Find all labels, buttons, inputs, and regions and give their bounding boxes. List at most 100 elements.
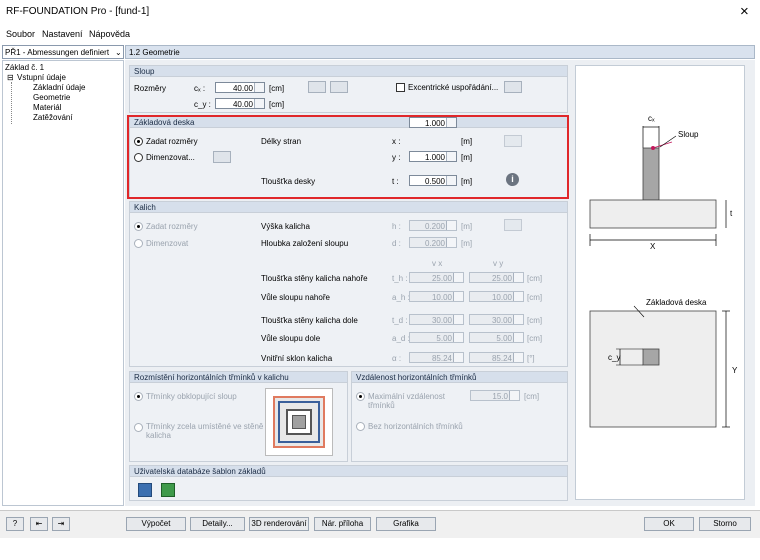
- case-select[interactable]: PŘ1 - Abmessungen definiert ⌄: [2, 45, 124, 59]
- sketch-cx-label: cₓ: [648, 114, 655, 123]
- kalich-row-label: Vůle sloupu dole: [261, 334, 321, 343]
- spin-arrows-icon[interactable]: [513, 315, 523, 324]
- kalich-row-x-input[interactable]: 30.00: [409, 314, 464, 325]
- kalich-row-x-input[interactable]: 10.00: [409, 291, 464, 302]
- group-db: Uživatelská databáze šablon základů: [129, 465, 568, 501]
- menu-soubor[interactable]: Soubor: [6, 29, 35, 39]
- spin-arrows-icon[interactable]: [453, 292, 463, 301]
- spin-arrows-icon[interactable]: [446, 238, 456, 247]
- grafika-button[interactable]: Grafika: [376, 517, 436, 531]
- kalich-dimenzovat-label: Dimenzovat: [146, 239, 189, 248]
- h-input[interactable]: 0.200: [409, 220, 457, 231]
- kalich-zadat-radio[interactable]: [134, 222, 143, 231]
- sketch-cy-label: c_y: [608, 353, 621, 362]
- load-template-icon[interactable]: [138, 483, 152, 497]
- tree-item-geometrie[interactable]: Geometrie: [33, 93, 70, 102]
- bez-trminku-radio[interactable]: [356, 422, 365, 431]
- kalich-row-x-input[interactable]: 25.00: [409, 272, 464, 283]
- kalich-row-symbol: t_h :: [392, 274, 408, 283]
- h-label: h :: [392, 222, 401, 231]
- vypocet-button[interactable]: Výpočet: [126, 517, 186, 531]
- spin-arrows-icon[interactable]: [513, 333, 523, 342]
- spin-arrows-icon[interactable]: [254, 83, 264, 92]
- collapse-icon[interactable]: ⊟: [7, 73, 14, 82]
- max-vzdalenost-unit: [cm]: [524, 392, 540, 401]
- spin-arrows-icon[interactable]: [453, 273, 463, 282]
- cy-input[interactable]: 40.00: [215, 98, 265, 109]
- menu-nastaveni[interactable]: Nastavení: [42, 29, 83, 39]
- d-unit: [m]: [461, 239, 473, 248]
- window-title: RF-FOUNDATION Pro - [fund-1]: [6, 6, 150, 17]
- group-rozmisteni: Rozmístění horizontálních třmínků v kali…: [129, 371, 348, 462]
- spin-arrows-icon[interactable]: [453, 315, 463, 324]
- kalich-dimenzovat-radio[interactable]: [134, 239, 143, 248]
- help-icon[interactable]: ?: [6, 517, 24, 531]
- trminky-obklopujici-radio[interactable]: [134, 392, 143, 401]
- tree-item-zatezovani[interactable]: Zatěžování: [33, 113, 73, 122]
- kalich-row-x-input[interactable]: 85.24: [409, 352, 464, 363]
- spin-arrows-icon[interactable]: [453, 333, 463, 342]
- kalich-row-symbol: t_d :: [392, 316, 408, 325]
- render-3d-button[interactable]: 3D renderování: [249, 517, 309, 531]
- cy-unit: [cm]: [269, 100, 285, 109]
- kalich-row-unit: [cm]: [527, 316, 543, 325]
- sketch-y-label: Y: [732, 366, 738, 375]
- kalich-row-y-input[interactable]: 30.00: [469, 314, 524, 325]
- kalich-zadat-label: Zadat rozměry: [146, 222, 198, 231]
- excentric-settings-icon[interactable]: [504, 81, 522, 93]
- kalich-row-unit: [cm]: [527, 293, 543, 302]
- kalich-row-unit: [cm]: [527, 334, 543, 343]
- kalich-row-symbol: α :: [392, 354, 402, 363]
- narodni-priloha-button[interactable]: Nár. příloha: [314, 517, 371, 531]
- next-icon[interactable]: ⇥: [52, 517, 70, 531]
- storno-button[interactable]: Storno: [699, 517, 751, 531]
- cx-input[interactable]: 40.00: [215, 82, 265, 93]
- kalich-row-label: Tloušťka stěny kalicha nahoře: [261, 274, 368, 283]
- spin-arrows-icon[interactable]: [513, 273, 523, 282]
- d-input[interactable]: 0.200: [409, 237, 457, 248]
- ok-button[interactable]: OK: [644, 517, 694, 531]
- detaily-button[interactable]: Detaily...: [190, 517, 245, 531]
- max-vzdalenost-input[interactable]: 15.0: [470, 390, 520, 401]
- spin-arrows-icon[interactable]: [254, 99, 264, 108]
- edit-icon[interactable]: [504, 219, 522, 231]
- spin-arrows-icon[interactable]: [453, 353, 463, 362]
- chevron-down-icon: ⌄: [115, 48, 122, 57]
- kalich-row-y-input[interactable]: 25.00: [469, 272, 524, 283]
- group-vzdalenost-title: Vzdálenost horizontálních třmínků: [356, 373, 477, 382]
- stirrup-preview-image: [265, 388, 333, 456]
- menu-napoveda[interactable]: Nápověda: [89, 29, 130, 39]
- group-vzdalenost: Vzdálenost horizontálních třmínků Maximá…: [351, 371, 568, 462]
- table-icon[interactable]: [330, 81, 348, 93]
- tree-item-zakladni-udaje[interactable]: Základní údaje: [33, 83, 85, 92]
- geometry-sketch: cₓ Sloup t X Základová deska c_y Y: [575, 65, 745, 500]
- kalich-row-y-input[interactable]: 10.00: [469, 291, 524, 302]
- kalich-row-y-input[interactable]: 5.00: [469, 332, 524, 343]
- group-db-title: Uživatelská databáze šablon základů: [134, 467, 266, 476]
- group-sloup: Sloup Rozměry cₓ : 40.00 [cm] c_y : 40.0…: [129, 65, 568, 113]
- max-vzdalenost-radio[interactable]: [356, 392, 365, 401]
- col-y-header: v y: [493, 259, 504, 268]
- spin-arrows-icon[interactable]: [509, 391, 519, 400]
- trminky-ve-stene-radio[interactable]: [134, 423, 143, 432]
- max-vzdalenost-label: Maximální vzdálenost: [368, 392, 445, 401]
- tree-root[interactable]: Základ č. 1: [5, 63, 44, 72]
- navigation-tree: Základ č. 1 ⊟ Vstupní údaje Základní úda…: [2, 60, 124, 506]
- spin-arrows-icon[interactable]: [446, 221, 456, 230]
- app-window: RF-FOUNDATION Pro - [fund-1] × Soubor Na…: [0, 0, 760, 560]
- tree-item-material[interactable]: Materiál: [33, 103, 61, 112]
- kalich-row-x-input[interactable]: 5.00: [409, 332, 464, 343]
- excentric-checkbox[interactable]: [396, 83, 405, 92]
- sketch-x-label: X: [650, 242, 656, 251]
- previous-icon[interactable]: ⇤: [30, 517, 48, 531]
- edit-icon[interactable]: [308, 81, 326, 93]
- close-icon[interactable]: ×: [740, 3, 749, 20]
- spin-arrows-icon[interactable]: [513, 353, 523, 362]
- save-template-icon[interactable]: [161, 483, 175, 497]
- spin-arrows-icon[interactable]: [513, 292, 523, 301]
- group-kalich-title: Kalich: [134, 203, 156, 212]
- tree-input-data[interactable]: Vstupní údaje: [17, 73, 66, 82]
- kalich-row-y-input[interactable]: 85.24: [469, 352, 524, 363]
- sketch-deska-label: Základová deska: [646, 298, 707, 307]
- trminky-ve-stene-label-2: kalicha: [146, 431, 171, 440]
